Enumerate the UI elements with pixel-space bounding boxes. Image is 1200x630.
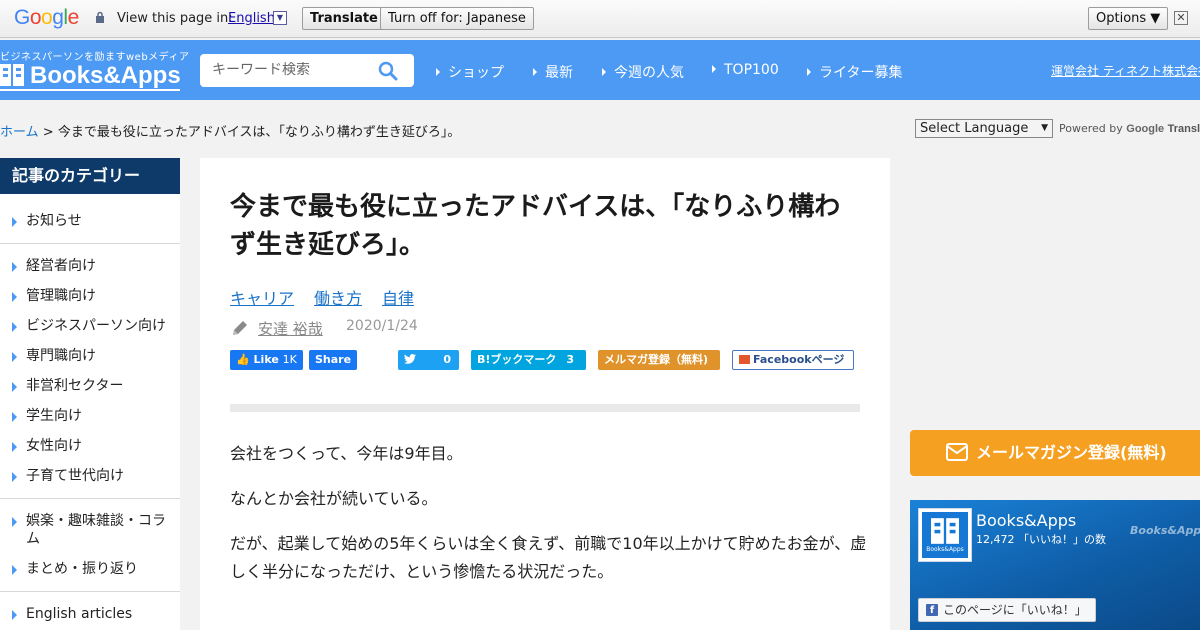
translate-bar: Google View this page in: English ▼ Tran…: [0, 0, 1200, 38]
powered-by-google-translate[interactable]: Powered by Google Translate: [1059, 122, 1200, 135]
category-item-students[interactable]: 学生向け: [12, 407, 82, 425]
category-heading: 記事のカテゴリー: [0, 158, 180, 194]
category-item-managers[interactable]: 管理職向け: [12, 287, 96, 305]
chevron-right-icon: [12, 565, 17, 575]
tweet-button[interactable]: 0: [398, 350, 459, 370]
chevron-right-icon: [712, 65, 716, 73]
search-input[interactable]: [212, 62, 372, 78]
breadcrumb-home[interactable]: ホーム: [0, 125, 39, 140]
tag-autonomy[interactable]: 自律: [382, 285, 414, 309]
article-title: 今まで最も役に立ったアドバイスは、「なりふり構わず生き延びろ」。: [230, 192, 841, 260]
category-item-nonprofit[interactable]: 非営利セクター: [12, 377, 123, 395]
turn-off-button[interactable]: Turn off for: Japanese: [380, 7, 534, 30]
fb-like-page-button[interactable]: f このページに「いいね！」: [918, 598, 1096, 622]
nav-weekly-popular[interactable]: 今週の人気: [602, 62, 684, 82]
options-button[interactable]: Options ▼: [1088, 7, 1169, 30]
fb-page-avatar[interactable]: Books&Apps: [918, 508, 972, 562]
breadcrumb: ホーム > 今まで最も役に立ったアドバイスは、「なりふり構わず生き延びろ」。: [0, 121, 460, 140]
tag-work-style[interactable]: 働き方: [314, 285, 362, 309]
breadcrumb-separator: >: [42, 125, 54, 140]
site-header: ビジネスパーソンを励ますwebメディア Books&Apps ショップ 最新 今…: [0, 40, 1200, 100]
chevron-right-icon: [533, 68, 537, 76]
facebook-page-widget: Books&Apps Books&Apps 12,472 「いいね！」の数 Bo…: [910, 500, 1200, 630]
fb-share-button[interactable]: Share: [309, 350, 358, 370]
logo-text: Books&Apps: [30, 62, 181, 89]
chevron-right-icon: [12, 322, 17, 332]
search-icon[interactable]: [378, 61, 398, 81]
tag-career[interactable]: キャリア: [230, 285, 294, 309]
company-link[interactable]: 運営会社 ティネクト株式会社: [1051, 62, 1200, 79]
divider: [230, 404, 860, 412]
chevron-right-icon: [436, 68, 440, 76]
facebook-icon: f: [926, 604, 938, 616]
chevron-right-icon: [602, 68, 606, 76]
twitter-icon: [404, 354, 416, 364]
logo-mark-icon: [931, 518, 959, 544]
fb-like-button[interactable]: 👍 Like 1K: [230, 350, 303, 370]
language-link[interactable]: English: [228, 11, 275, 26]
chevron-right-icon: [12, 262, 17, 272]
thumbs-up-icon: 👍: [236, 353, 250, 366]
nav-latest[interactable]: 最新: [533, 62, 573, 82]
category-item-parents[interactable]: 子育て世代向け: [12, 467, 124, 485]
lock-icon: [96, 11, 104, 23]
article-paragraph: なんとか会社が続いている。: [230, 489, 438, 508]
category-item-news[interactable]: お知らせ: [12, 212, 82, 230]
tweet-count: 0: [443, 353, 451, 366]
chevron-right-icon: [12, 352, 17, 362]
category-item-summary[interactable]: まとめ・振り返り: [12, 560, 138, 578]
category-item-english[interactable]: English articles: [12, 605, 132, 623]
site-logo[interactable]: Books&Apps: [0, 62, 181, 91]
language-select[interactable]: Select Language ▼: [915, 119, 1053, 138]
mailmag-register-button[interactable]: メルマガ登録（無料): [598, 350, 720, 370]
language-dropdown-icon[interactable]: ▼: [273, 11, 287, 25]
view-page-text: View this page in:: [117, 11, 233, 26]
chevron-right-icon: [807, 68, 811, 76]
chevron-right-icon: [12, 517, 17, 527]
chevron-right-icon: [12, 472, 17, 482]
close-icon[interactable]: ✕: [1174, 11, 1188, 25]
logo-mark-icon: [0, 64, 24, 86]
google-logo: Google: [14, 6, 79, 29]
divider: [0, 591, 180, 592]
breadcrumb-current: 今まで最も役に立ったアドバイスは、「なりふり構わず生き延びろ」。: [57, 125, 461, 140]
chevron-right-icon: [12, 610, 17, 620]
mailmag-signup-button[interactable]: メールマガジン登録(無料): [910, 430, 1200, 476]
facebook-page-button[interactable]: Facebookページ: [732, 350, 854, 370]
dropdown-arrow-icon: ▼: [1041, 123, 1048, 133]
chevron-right-icon: [12, 412, 17, 422]
hatena-count: 3: [566, 353, 574, 366]
category-item-executives[interactable]: 経営者向け: [12, 257, 96, 275]
divider: [0, 243, 180, 244]
translate-button[interactable]: Translate: [302, 7, 386, 30]
category-item-business-persons[interactable]: ビジネスパーソン向け: [12, 317, 166, 335]
article-paragraph: だが、起業して始めの5年くらいは全く食えず、前職で10年以上かけて貯めたお金が、…: [230, 534, 867, 581]
flag-icon: [739, 355, 750, 364]
nav-writer-recruit[interactable]: ライター募集: [807, 62, 902, 82]
category-item-entertainment[interactable]: 娯楽・趣味雑談・コラム: [12, 512, 172, 548]
publish-date: 2020/1/24: [346, 318, 418, 334]
article-paragraph: 会社をつくって、今年は9年目。: [230, 444, 463, 463]
category-list: お知らせ 経営者向け 管理職向け ビジネスパーソン向け 専門職向け 非営利セクタ…: [0, 194, 180, 630]
chevron-right-icon: [12, 292, 17, 302]
site-tagline: ビジネスパーソンを励ますwebメディア: [0, 52, 190, 63]
category-item-professionals[interactable]: 専門職向け: [12, 347, 96, 365]
pencil-icon: [233, 321, 247, 335]
search-box[interactable]: [200, 54, 414, 87]
fb-cover-watermark: Books&Apps: [1130, 524, 1200, 537]
fb-like-count: 12,472 「いいね！」の数: [976, 533, 1106, 546]
author-link[interactable]: 安達 裕哉: [258, 318, 323, 339]
envelope-icon: [946, 443, 968, 461]
category-item-women[interactable]: 女性向け: [12, 437, 82, 455]
fb-page-name[interactable]: Books&Apps: [976, 511, 1076, 530]
hatena-bookmark-button[interactable]: B!ブックマーク 3: [471, 350, 586, 370]
chevron-right-icon: [12, 382, 17, 392]
nav-top100[interactable]: TOP100: [712, 62, 779, 78]
divider: [0, 498, 180, 499]
chevron-right-icon: [12, 217, 17, 227]
nav-shop[interactable]: ショップ: [436, 62, 504, 82]
article: 今まで最も役に立ったアドバイスは、「なりふり構わず生き延びろ」。 キャリア 働き…: [200, 158, 890, 630]
google-small-logo: Google: [1126, 123, 1165, 135]
chevron-right-icon: [12, 442, 17, 452]
